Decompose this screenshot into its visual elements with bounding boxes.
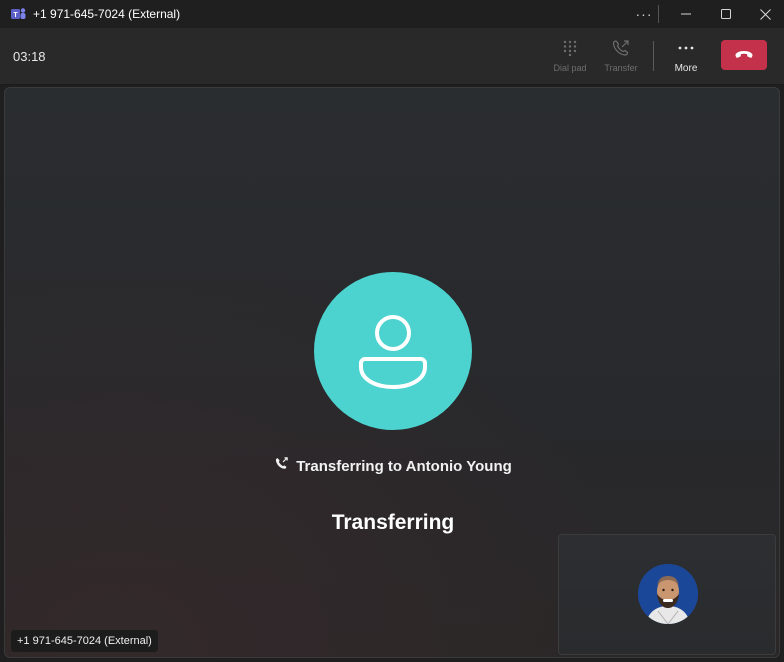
call-transfer-icon [274,456,289,476]
transfer-label: Transfer [604,63,638,73]
self-view-tile[interactable] [558,534,776,655]
transfer-status-line: Transferring to Antonio Young [5,456,779,476]
title-bar: T +1 971-645-7024 (External) ··· [0,0,784,28]
titlebar-divider [658,5,659,23]
svg-text:T: T [13,12,18,19]
teams-icon: T [11,7,26,21]
close-button[interactable] [745,0,784,28]
call-stage: Transferring to Antonio Young Transferri… [4,87,780,658]
dial-pad-button[interactable]: Dial pad [546,38,594,78]
toolbar-divider [653,41,654,71]
dial-pad-label: Dial pad [553,63,587,73]
call-timer: 03:18 [13,49,46,64]
person-icon [359,315,427,389]
close-icon [759,8,771,20]
more-label: More [674,63,698,74]
minimize-button[interactable] [666,0,706,28]
caller-avatar [314,272,472,430]
window-more-button[interactable]: ··· [634,4,654,24]
phone-hangup-icon [734,46,754,64]
maximize-icon [721,9,731,19]
more-button[interactable]: More [662,38,710,78]
caller-name-tag: +1 971-645-7024 (External) [11,630,158,652]
transfer-button[interactable]: Transfer [597,38,645,78]
hang-up-button[interactable] [721,40,767,70]
window-title: +1 971-645-7024 (External) [33,7,181,21]
self-avatar [638,564,698,624]
call-status: Transferring [331,511,455,534]
minimize-icon [681,13,691,15]
maximize-button[interactable] [706,0,746,28]
call-transfer-icon [611,38,631,58]
more-icon [678,38,694,58]
dial-pad-icon [563,38,577,58]
transfer-target-text: Transferring to Antonio Young [296,457,512,475]
call-toolbar: 03:18 Dial pad Transfer More [0,28,784,85]
